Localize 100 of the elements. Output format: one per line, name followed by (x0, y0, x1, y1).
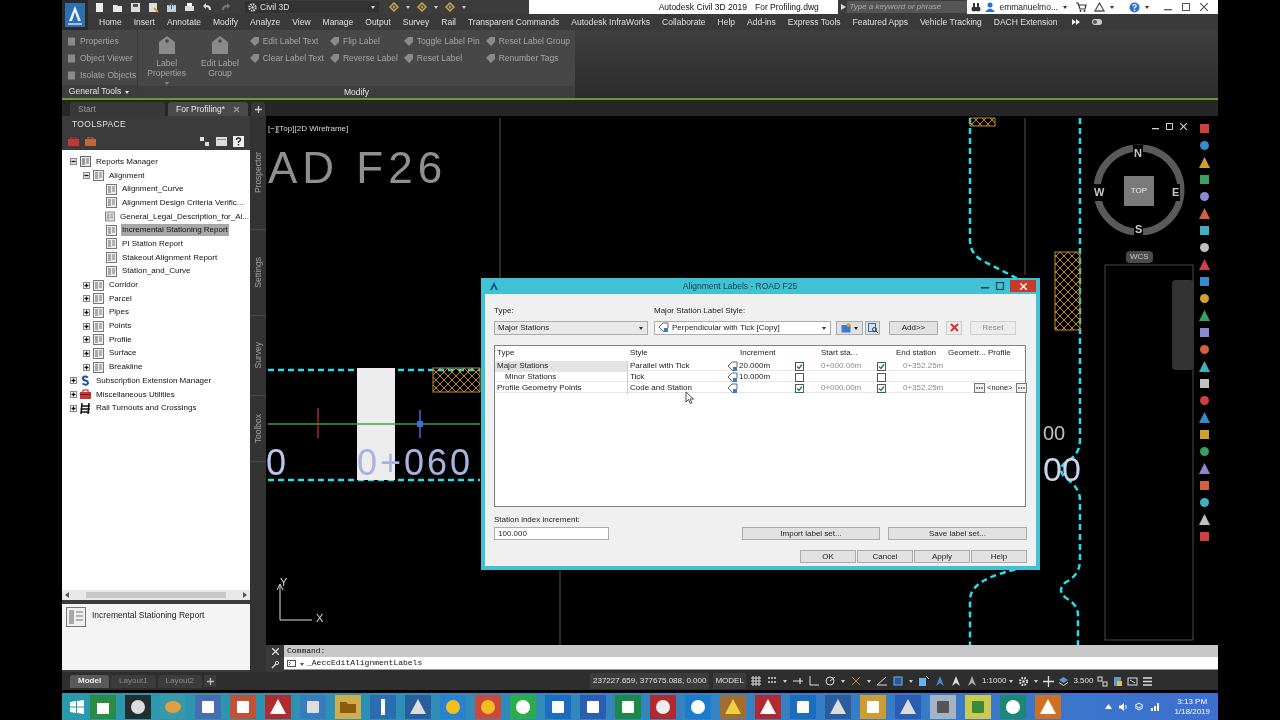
layout-tab[interactable]: Model (70, 674, 110, 688)
ribbon-tab[interactable]: Home (99, 15, 122, 29)
import-button[interactable]: Import label set... (742, 527, 880, 540)
file-tab[interactable]: For Profiling* (168, 102, 248, 116)
clock-date[interactable]: 1/18/2019 (1174, 706, 1210, 717)
annotation-value[interactable]: 3.500 (1073, 675, 1094, 687)
dialog-button[interactable]: Apply (914, 550, 970, 563)
tree-item[interactable]: Alignment_Curve (121, 183, 185, 196)
tree-item[interactable]: Subscription Extension Manager (95, 374, 213, 387)
tree-item[interactable]: Surface (108, 347, 138, 360)
ribbon-tab[interactable]: Vehicle Tracking (919, 15, 982, 29)
model-button[interactable]: MODEL (713, 673, 746, 689)
dialog-button[interactable]: Help (971, 550, 1027, 563)
ribbon-tab[interactable]: Manage (322, 15, 354, 29)
ribbon-tab[interactable]: Add-ins (747, 15, 776, 29)
table-cell[interactable]: 10.000m (739, 372, 771, 381)
tree-item[interactable]: Pipes (108, 306, 130, 319)
tree-item[interactable]: Incremental Stationing Report (121, 224, 229, 237)
compass-label[interactable]: E (1171, 184, 1181, 201)
tree-item[interactable]: Breakline (108, 361, 144, 374)
style-dropdown[interactable]: Perpendicular with Tick [Copy] (654, 320, 831, 335)
tree-item[interactable]: PI Station Report (121, 237, 184, 250)
tree-item[interactable]: Alignment Design Criteria Verific... (121, 196, 245, 209)
tree-item[interactable]: Miscellaneous Utilities (95, 388, 176, 401)
file-name: For Profiling.dwg (755, 0, 819, 14)
save-button[interactable]: Save label set... (888, 527, 1027, 540)
tree-item[interactable]: Corridor (108, 279, 139, 292)
scale-dropdown[interactable]: 1:1000 (981, 675, 1015, 687)
type-dropdown[interactable]: Major Stations (494, 320, 648, 335)
panel-title[interactable]: Modify (343, 86, 369, 99)
ribbon-tab[interactable]: Survey (402, 15, 430, 29)
ribbon-tab[interactable]: Rail (441, 15, 456, 29)
tree-item[interactable]: Stakeout Alignment Report (121, 251, 219, 264)
table-row[interactable]: Minor Stations Tick 10.000m (495, 371, 1025, 382)
side-tab[interactable]: Prospector (251, 151, 265, 194)
table-cell[interactable]: 0+000.00m (821, 361, 862, 370)
tree-item[interactable]: Profile (108, 333, 133, 346)
wcs-menu[interactable]: WCS (1126, 251, 1153, 263)
dialog-button[interactable]: OK (800, 550, 856, 563)
axis-label: Y (280, 575, 288, 590)
tree-item[interactable]: Station_and_Curve (121, 265, 192, 278)
search-field[interactable]: Type a keyword or phrase (847, 1, 968, 13)
column-header[interactable]: Increment (740, 348, 776, 357)
field-label: Major Station Label Style: (654, 305, 746, 317)
table-cell[interactable]: 0+352.25m (903, 383, 944, 392)
file-tab[interactable]: Start (70, 102, 165, 116)
ribbon-tab[interactable]: Output (365, 15, 391, 29)
ribbon-tab[interactable]: DACH Extension (993, 15, 1058, 29)
column-header[interactable]: Style (630, 348, 648, 357)
ribbon-tab[interactable]: View (292, 15, 311, 29)
tree-item[interactable]: Points (108, 320, 133, 333)
command-input[interactable]: _AeccEditAlignmentLabels (284, 657, 1218, 670)
viewcube-face[interactable]: TOP (1124, 176, 1154, 206)
ribbon-tab[interactable]: Help (717, 15, 735, 29)
tree-item[interactable]: Alignment (108, 169, 146, 182)
dialog-title: Alignment Labels - ROAD F25 (681, 279, 799, 293)
column-header[interactable]: Geometr... (948, 348, 986, 357)
tree-item[interactable]: Rail Turnouts and Crossings (95, 402, 198, 415)
side-tab[interactable]: Settings (251, 257, 265, 288)
compass-label[interactable]: W (1093, 184, 1106, 201)
side-tab[interactable]: Survey (251, 342, 265, 369)
table-cell[interactable]: 0+352.25m (903, 361, 944, 370)
axis-label: X (316, 611, 324, 626)
table-cell[interactable]: Major Stations (495, 360, 628, 372)
viewport-label[interactable]: [−][Top][2D Wireframe] (268, 123, 349, 135)
table-cell[interactable]: 20.000m (739, 361, 771, 370)
ribbon-tab[interactable]: Modify (213, 15, 239, 29)
add-button[interactable]: Add>> (889, 320, 938, 335)
column-header[interactable]: Profile (988, 348, 1011, 357)
table-cell: Code and Station (630, 382, 692, 394)
dialog-button[interactable]: Cancel (857, 550, 913, 563)
table-cell: Tick (630, 371, 645, 383)
tree-item[interactable]: General_Legal_Description_for_Al... (119, 210, 250, 223)
workspace-dropdown[interactable]: Civil 3D (245, 1, 379, 13)
table-cell[interactable]: Profile Geometry Points (495, 382, 628, 394)
panel-title: TOOLSPACE (72, 118, 126, 131)
ribbon-tab[interactable]: Featured Apps (852, 15, 908, 29)
input-field[interactable]: 100.000 (494, 527, 609, 540)
tree-item[interactable]: Parcel (108, 292, 133, 305)
clock-time[interactable]: 3:13 PM (1177, 696, 1208, 707)
table-row[interactable]: Major Stations Parallel with Tick 20.000m 0+000.00m 0+352.25m (495, 360, 1025, 371)
drawing-text: AD F26 (268, 144, 448, 192)
ribbon-tab[interactable]: Analyze (250, 15, 281, 29)
ribbon-tab[interactable]: Collaborate (662, 15, 706, 29)
column-header[interactable]: End station (896, 348, 937, 357)
field-label: Type: (494, 305, 515, 317)
drawing-text: 00 (1043, 422, 1066, 444)
side-tab[interactable]: Toolbox (251, 413, 265, 444)
ribbon-tab[interactable]: Express Tools (787, 15, 841, 29)
ribbon-tab[interactable]: Annotate (166, 15, 201, 29)
ribbon-tab[interactable]: Transparent Commands (467, 15, 560, 29)
tree-item[interactable]: Reports Manager (95, 155, 159, 168)
table-cell: Parallel with Tick (630, 360, 690, 372)
ribbon-tab[interactable]: Autodesk InfraWorks (571, 15, 651, 29)
coordinates: 237227.659, 377675.088, 0.000 (590, 673, 710, 689)
table-cell[interactable]: 0+000.00m (821, 383, 862, 392)
drawing-text: 00 (1043, 450, 1081, 488)
column-header[interactable]: Type (497, 348, 515, 357)
column-header[interactable]: Start sta... (821, 348, 858, 357)
ribbon-tab[interactable]: Insert (133, 15, 155, 29)
